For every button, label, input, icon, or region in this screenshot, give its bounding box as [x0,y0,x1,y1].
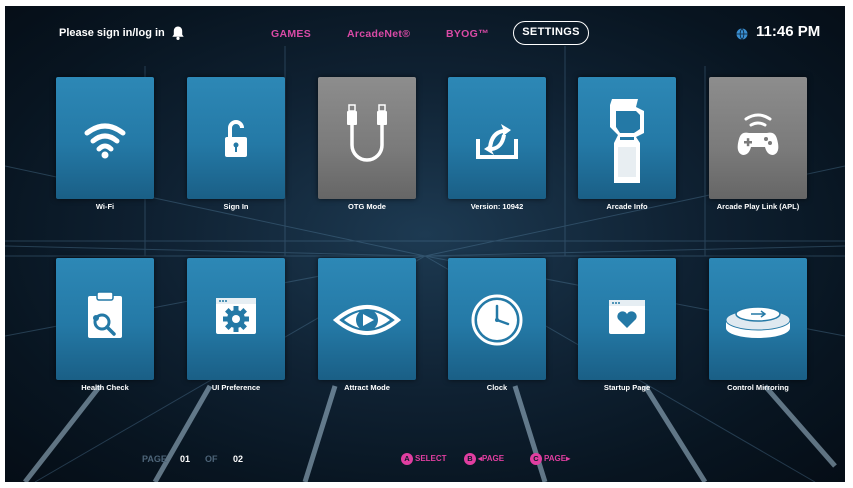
tile-version[interactable] [448,77,546,199]
nav-tab-arcadenet[interactable]: ArcadeNet® [347,25,410,43]
tile-label: Attract Mode [344,383,390,392]
hint-select: A SELECT [401,452,447,466]
tile-label: UI Preference [211,383,261,392]
eye-play-icon [332,305,402,335]
wifi-icon [84,123,126,159]
arcade-cabinet-icon [610,99,644,183]
padlock-icon [225,120,247,157]
tile-label: Sign In [223,202,249,211]
hint-select-text: SELECT [415,454,447,463]
window-gear-icon [216,298,256,334]
bell-icon[interactable] [170,25,186,41]
sign-in-prompt[interactable]: Please sign in/log in [55,22,169,44]
tile-control-mirroring[interactable] [709,258,807,380]
button-a-icon: A [401,453,413,465]
tile-arcade-play-link[interactable] [709,77,807,199]
tile-sign-in[interactable] [187,77,285,199]
globe-icon [736,28,748,40]
hint-page-next: C PAGE▸ [530,452,570,466]
nav-tab-games[interactable]: GAMES [271,25,311,43]
clock-icon [471,294,523,346]
page-current: 01 [180,454,191,464]
tile-ui-preference[interactable] [187,258,285,380]
tile-label: Control Mirroring [727,383,789,392]
tile-label: Clock [486,383,508,392]
clipboard-search-icon [88,291,122,338]
time-display: 11:46 PM [756,23,821,40]
tile-label: OTG Mode [348,202,386,211]
page-of-label: OF [205,454,218,464]
tile-otg-mode[interactable] [318,77,416,199]
tile-label: Version: 10942 [470,202,524,211]
page-label: PAGE [142,454,167,464]
page-total: 02 [233,454,244,464]
top-bar: Please sign in/log in GAMES ArcadeNet® B… [5,6,845,58]
tile-label: Startup Page [603,383,651,392]
tile-label: Health Check [81,383,129,392]
button-b-icon: B [464,453,476,465]
usb-cable-icon [347,104,387,162]
nav-tab-settings[interactable]: SETTINGS [513,21,589,45]
tile-label: Arcade Info [606,202,648,211]
nav-tab-byog[interactable]: BYOG™ [446,25,489,43]
hint-page-prev-text: ◂PAGE [478,454,505,463]
tile-label: Arcade Play Link (APL) [716,202,800,211]
button-c-icon: C [530,453,542,465]
settings-screen: Please sign in/log in GAMES ArcadeNet® B… [5,6,845,482]
hint-page-prev: B ◂PAGE [464,452,504,466]
tile-attract-mode[interactable] [318,258,416,380]
tile-health-check[interactable] [56,258,154,380]
tile-label: Wi-Fi [95,202,115,211]
update-icon [476,124,518,159]
tile-arcade-info[interactable] [578,77,676,199]
gamepad-wireless-icon [737,113,779,155]
tile-wifi[interactable] [56,77,154,199]
button-mirror-icon [725,306,791,338]
window-heart-icon [609,300,645,334]
hint-page-next-text: PAGE▸ [544,454,571,463]
tile-startup-page[interactable] [578,258,676,380]
tile-clock[interactable] [448,258,546,380]
